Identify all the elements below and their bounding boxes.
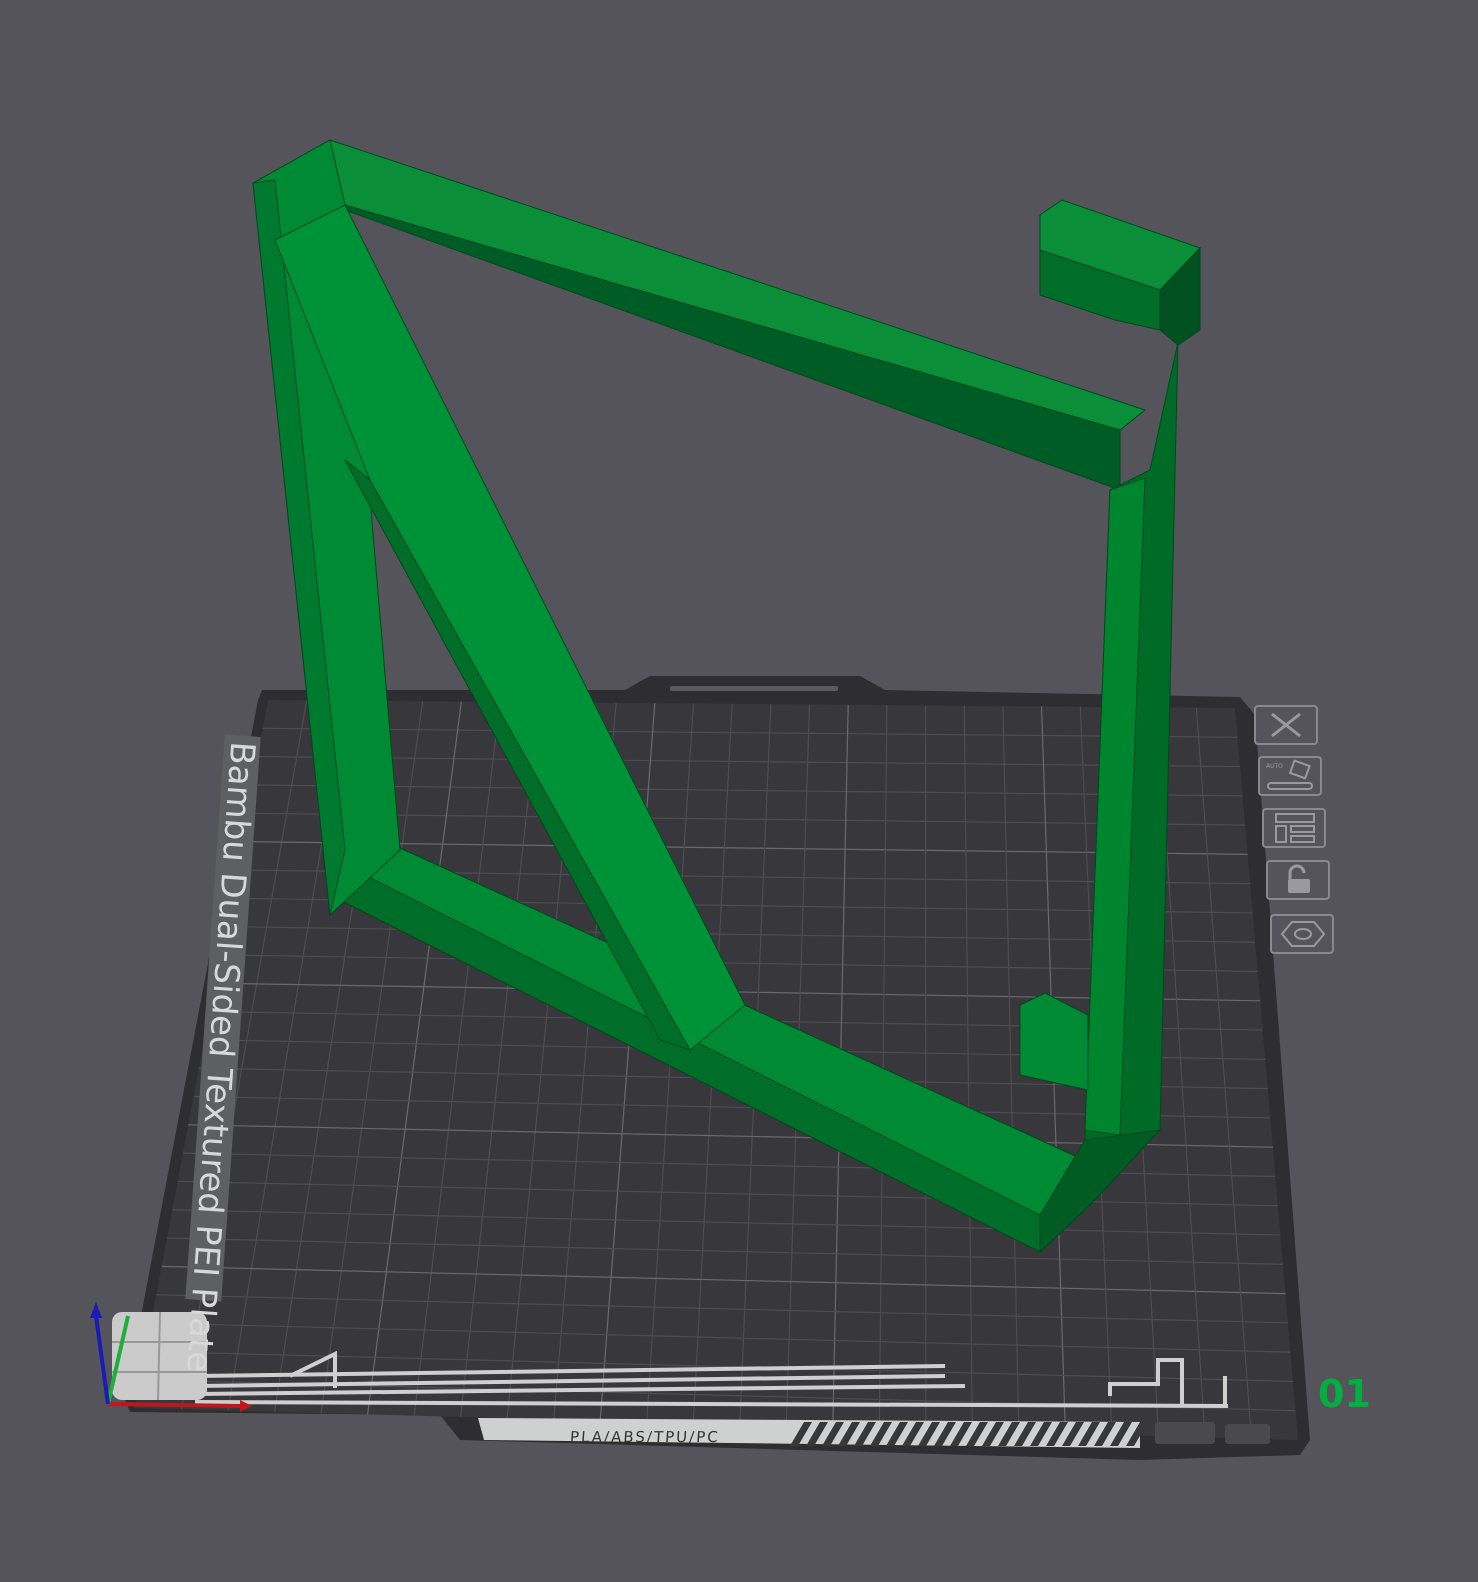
auto-arrange-button[interactable]: AUTO xyxy=(1258,756,1322,796)
plate-slot xyxy=(1155,1422,1215,1444)
unlock-icon xyxy=(1288,864,1310,893)
svg-text:AUTO: AUTO xyxy=(1266,763,1283,770)
auto-orient-icon: AUTO xyxy=(1266,759,1313,790)
layout-icon xyxy=(1275,813,1315,843)
3d-viewport[interactable]: Bambu Dual-Sided Textured PEI Plate PLA/… xyxy=(0,0,1478,1582)
plate-materials-label: PLA/ABS/TPU/PC xyxy=(569,1428,721,1446)
plate-settings-button[interactable] xyxy=(1270,914,1334,954)
lock-plate-button[interactable] xyxy=(1266,860,1330,900)
x-axis xyxy=(107,1402,241,1408)
z-axis-arrow-icon xyxy=(90,1302,102,1318)
z-axis xyxy=(94,1315,110,1405)
plate-handle xyxy=(670,686,838,691)
top-beam-top xyxy=(329,139,1147,431)
delete-plate-button[interactable] xyxy=(1254,705,1318,745)
hex-nut-icon xyxy=(1280,921,1326,947)
close-icon xyxy=(1271,712,1301,738)
plate-slot xyxy=(1225,1424,1270,1444)
plate-number[interactable]: 01 xyxy=(1318,1372,1371,1416)
arrange-button[interactable] xyxy=(1262,808,1326,848)
